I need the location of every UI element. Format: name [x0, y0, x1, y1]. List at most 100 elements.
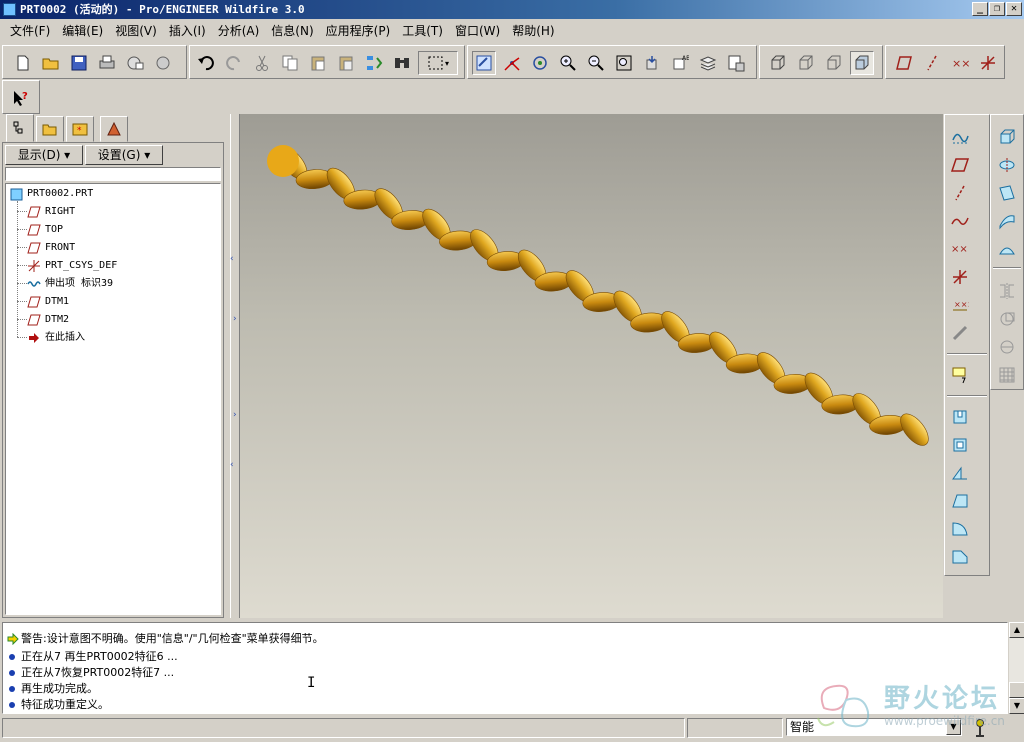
layers-icon[interactable]: [696, 51, 720, 75]
collapse-left-icon[interactable]: ‹: [230, 254, 238, 264]
selection-box-dropdown[interactable]: ▾: [418, 51, 458, 75]
find-icon[interactable]: [390, 51, 414, 75]
paste-special-icon[interactable]: [334, 51, 358, 75]
datum-curve-tool-icon[interactable]: [948, 209, 972, 233]
menu-view[interactable]: 视图(V): [109, 20, 163, 42]
intersect-tool-icon[interactable]: [995, 335, 1019, 359]
context-help-icon[interactable]: ?: [9, 86, 33, 110]
save-icon[interactable]: [67, 51, 91, 75]
mirror-tool-icon[interactable]: [995, 279, 1019, 303]
text-cursor-icon: I: [307, 675, 316, 691]
print-icon[interactable]: [95, 51, 119, 75]
tree-item-csys[interactable]: PRT_CSYS_DEF: [26, 257, 117, 275]
redo-icon[interactable]: [222, 51, 246, 75]
csys-tool-icon[interactable]: [948, 265, 972, 289]
tab-connections[interactable]: [100, 116, 128, 142]
datum-axis-tool-icon[interactable]: [948, 181, 972, 205]
menu-help[interactable]: 帮助(H): [506, 20, 560, 42]
tree-item-right[interactable]: RIGHT: [26, 203, 75, 221]
no-hidden-icon[interactable]: [822, 51, 846, 75]
revolve-tool-icon[interactable]: [995, 153, 1019, 177]
reference-feature-icon[interactable]: [948, 321, 972, 345]
zoom-in-icon[interactable]: [556, 51, 580, 75]
hidden-line-icon[interactable]: [794, 51, 818, 75]
orient-mode-icon[interactable]: [528, 51, 552, 75]
menu-insert[interactable]: 插入(I): [163, 20, 212, 42]
menu-file[interactable]: 文件(F): [4, 20, 56, 42]
boundary-blend-icon[interactable]: [995, 237, 1019, 261]
chamfer-tool-icon[interactable]: [948, 545, 972, 569]
tree-filter-field[interactable]: [5, 167, 221, 181]
shell-tool-icon[interactable]: [948, 433, 972, 457]
pattern-tool-icon[interactable]: [995, 363, 1019, 387]
saved-views-icon[interactable]: AB: [668, 51, 692, 75]
regenerate-icon[interactable]: [362, 51, 386, 75]
datum-axes-display-icon[interactable]: [920, 51, 944, 75]
tree-item-dtm2[interactable]: DTM2: [26, 311, 69, 329]
message-line: 正在从7恢复PRT0002特征7 ...: [7, 665, 174, 681]
tab-favorites[interactable]: *: [66, 116, 94, 142]
menu-tools[interactable]: 工具(T): [396, 20, 449, 42]
refit-icon[interactable]: [612, 51, 636, 75]
proe-window: PRT0002 (活动的) - Pro/ENGINEER Wildfire 3.…: [0, 0, 1024, 742]
copy-icon[interactable]: [278, 51, 302, 75]
collapse-left-icon[interactable]: ‹: [230, 460, 238, 470]
zoom-out-icon[interactable]: [584, 51, 608, 75]
repaint-icon[interactable]: [472, 51, 496, 75]
settings-menu-button[interactable]: 设置(G) ▾: [85, 145, 163, 165]
tree-item-part[interactable]: PRT0002.PRT: [8, 185, 93, 203]
analysis-feature-icon[interactable]: ×××: [948, 293, 972, 317]
tree-item-label: PRT0002.PRT: [27, 188, 94, 199]
new-file-icon[interactable]: [11, 51, 35, 75]
tab-model-tree[interactable]: [6, 114, 34, 142]
view-manager-icon[interactable]: [724, 51, 748, 75]
shading-icon[interactable]: [850, 51, 874, 75]
menu-edit[interactable]: 编辑(E): [56, 20, 109, 42]
note-tool-icon[interactable]: [948, 363, 972, 387]
merge-tool-icon[interactable]: [995, 307, 1019, 331]
datum-point-tool-icon[interactable]: ×××: [948, 237, 972, 261]
tree-item-dtm1[interactable]: DTM1: [26, 293, 69, 311]
minimize-button[interactable]: _: [972, 2, 988, 16]
blend-tool-icon[interactable]: [995, 209, 1019, 233]
rope-end-cap: [267, 145, 299, 177]
wireframe-icon[interactable]: [766, 51, 790, 75]
menu-analysis[interactable]: 分析(A): [212, 20, 266, 42]
email-icon[interactable]: [123, 51, 147, 75]
open-folder-icon[interactable]: [39, 51, 63, 75]
show-menu-button[interactable]: 显示(D) ▾: [5, 145, 83, 165]
menu-window[interactable]: 窗口(W): [449, 20, 506, 42]
tree-item-protrusion[interactable]: 伸出项 标识39: [26, 275, 113, 293]
menu-info[interactable]: 信息(N): [265, 20, 319, 42]
draft-tool-icon[interactable]: [948, 489, 972, 513]
svg-text:?: ?: [22, 91, 28, 102]
close-button[interactable]: ✕: [1006, 2, 1022, 16]
paste-icon[interactable]: [306, 51, 330, 75]
reorient-icon[interactable]: [640, 51, 664, 75]
graphics-viewport[interactable]: [240, 114, 943, 618]
scroll-up-icon[interactable]: ▲: [1009, 622, 1024, 638]
csys-display-icon[interactable]: [976, 51, 1000, 75]
undo-icon[interactable]: [194, 51, 218, 75]
cut-icon[interactable]: [250, 51, 274, 75]
datum-points-display-icon[interactable]: ×××: [948, 51, 972, 75]
restore-button[interactable]: ❐: [989, 2, 1005, 16]
spin-center-icon[interactable]: [500, 51, 524, 75]
sweep-tool-icon[interactable]: [995, 181, 1019, 205]
extrude-feature-icon[interactable]: [995, 125, 1019, 149]
rib-tool-icon[interactable]: [948, 461, 972, 485]
forum-logo-icon: [817, 684, 870, 728]
tree-item-insert-here[interactable]: 在此插入: [26, 329, 85, 347]
panel-splitter[interactable]: ‹ › › ‹: [230, 114, 240, 618]
send-link-icon[interactable]: [151, 51, 175, 75]
datum-plane-tool-icon[interactable]: [948, 153, 972, 177]
datum-planes-display-icon[interactable]: [892, 51, 916, 75]
extrude-tool-icon[interactable]: [948, 405, 972, 429]
tree-item-front[interactable]: FRONT: [26, 239, 75, 257]
tree-item-top[interactable]: TOP: [26, 221, 63, 239]
message-line: 正在从7 再生PRT0002特征6 ...: [7, 649, 178, 665]
tab-folder-browser[interactable]: [36, 116, 64, 142]
datum-curve-sketch-icon[interactable]: [948, 125, 972, 149]
menu-applications[interactable]: 应用程序(P): [320, 20, 397, 42]
round-tool-icon[interactable]: [948, 517, 972, 541]
